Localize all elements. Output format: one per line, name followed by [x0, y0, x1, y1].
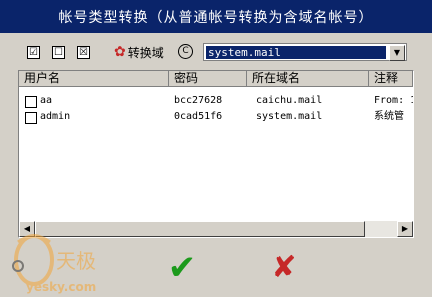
- account-list[interactable]: 用户名 密码 所在域名 注释 aa bcc27628 caichu.mail F…: [18, 70, 414, 238]
- column-header-note[interactable]: 注释: [369, 71, 413, 87]
- password-cell: 0cad51f6: [174, 111, 223, 122]
- watermark-site: yesky.com: [26, 280, 96, 294]
- check-all-button[interactable]: ☑: [27, 46, 40, 59]
- table-row[interactable]: admin 0cad51f6 system.mail 系统管: [19, 109, 413, 125]
- column-header-domain[interactable]: 所在域名: [247, 71, 369, 87]
- toolbar: ☑ ☐ ☒ ✿ 转换域 C system.mail ▼: [0, 40, 432, 66]
- note-cell: From: 1: [374, 95, 413, 106]
- column-header-username[interactable]: 用户名: [19, 71, 169, 87]
- domain-cell: system.mail: [256, 111, 323, 122]
- domain-select[interactable]: system.mail ▼: [203, 43, 407, 61]
- cancel-button[interactable]: ✘: [266, 252, 302, 284]
- table-row[interactable]: aa bcc27628 caichu.mail From: 1: [19, 93, 413, 109]
- column-header-password[interactable]: 密码: [169, 71, 247, 87]
- invert-selection-button[interactable]: ☒: [77, 46, 90, 59]
- scroll-right-icon[interactable]: ▶: [397, 221, 413, 237]
- uncheck-all-button[interactable]: ☐: [52, 46, 65, 59]
- note-cell: 系统管: [374, 111, 404, 122]
- username-cell: aa: [40, 95, 53, 106]
- convert-domain-button[interactable]: ✿ 转换域: [114, 42, 164, 62]
- username-cell: admin: [40, 111, 71, 122]
- domain-select-value: system.mail: [206, 46, 386, 59]
- flower-icon: ✿: [114, 44, 126, 60]
- logo-swirl: [14, 234, 54, 286]
- chevron-down-icon[interactable]: ▼: [389, 45, 405, 61]
- window-title: 帐号类型转换（从普通帐号转换为含域名帐号）: [0, 0, 432, 33]
- password-cell: bcc27628: [174, 95, 223, 106]
- copyright-icon: C: [178, 44, 193, 59]
- watermark-brand: 天极: [56, 249, 96, 273]
- list-header: 用户名 密码 所在域名 注释: [19, 71, 413, 87]
- domain-cell: caichu.mail: [256, 95, 323, 106]
- yesky-watermark-logo: 天极 yesky.com: [12, 234, 96, 294]
- convert-domain-label: 转换域: [127, 45, 164, 60]
- ok-button[interactable]: ✔: [164, 251, 200, 285]
